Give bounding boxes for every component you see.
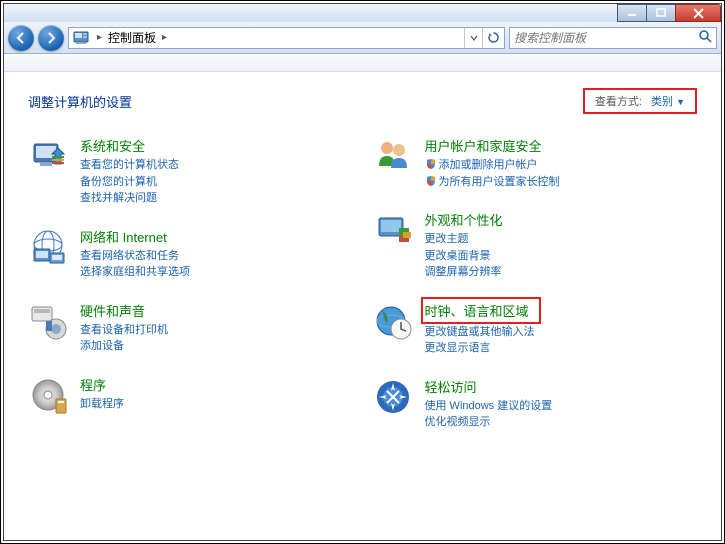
- clock-icon: [373, 301, 413, 341]
- category-body: 用户帐户和家庭安全添加或删除用户帐户为所有用户设置家长控制: [425, 136, 698, 190]
- forward-button[interactable]: [38, 25, 64, 51]
- view-by-selector[interactable]: 查看方式: 类别 ▼: [583, 88, 697, 114]
- toolbar: [4, 54, 721, 72]
- category-link[interactable]: 为所有用户设置家长控制: [425, 174, 698, 191]
- view-by-value: 类别: [651, 96, 673, 108]
- view-by-label: 查看方式:: [595, 96, 642, 108]
- content-area: 调整计算机的设置 查看方式: 类别 ▼ 系统和安全查看您的计算机状态备份您的计算…: [4, 72, 721, 540]
- search-input[interactable]: [514, 31, 698, 45]
- chevron-down-icon: ▼: [676, 97, 685, 107]
- category-link[interactable]: 调整屏幕分辨率: [425, 264, 698, 281]
- category-link[interactable]: 更改主题: [425, 231, 698, 248]
- search-box[interactable]: [509, 27, 717, 49]
- category-item: 系统和安全查看您的计算机状态备份您的计算机查找并解决问题: [28, 136, 353, 207]
- category-title[interactable]: 程序: [80, 375, 106, 394]
- category-item: 轻松访问使用 Windows 建议的设置优化视频显示: [373, 377, 698, 431]
- category-body: 硬件和声音查看设备和打印机添加设备: [80, 301, 353, 355]
- category-title[interactable]: 轻松访问: [425, 377, 477, 396]
- category-item: 硬件和声音查看设备和打印机添加设备: [28, 301, 353, 355]
- address-dropdown-button[interactable]: [464, 28, 482, 48]
- category-body: 时钟、语言和区域更改键盘或其他输入法更改显示语言: [425, 301, 698, 357]
- category-link[interactable]: 添加或删除用户帐户: [425, 157, 698, 174]
- category-item: 用户帐户和家庭安全添加或删除用户帐户为所有用户设置家长控制: [373, 136, 698, 190]
- category-link[interactable]: 添加设备: [80, 338, 353, 355]
- network-icon: [28, 227, 68, 267]
- close-button[interactable]: [675, 4, 721, 22]
- category-link[interactable]: 更改键盘或其他输入法: [425, 324, 698, 341]
- category-link[interactable]: 查看您的计算机状态: [80, 157, 353, 174]
- control-panel-window: ▸ 控制面板 ▸ 调整计算机的设置 查看方式: 类别: [3, 3, 722, 541]
- address-bar[interactable]: ▸ 控制面板 ▸: [68, 27, 505, 49]
- category-title[interactable]: 用户帐户和家庭安全: [425, 136, 542, 155]
- category-link[interactable]: 查看设备和打印机: [80, 322, 353, 339]
- category-item: 外观和个性化更改主题更改桌面背景调整屏幕分辨率: [373, 210, 698, 281]
- category-title[interactable]: 网络和 Internet: [80, 227, 167, 246]
- category-title[interactable]: 系统和安全: [80, 136, 145, 155]
- chevron-right-icon[interactable]: ▸: [158, 32, 171, 43]
- category-link[interactable]: 选择家庭组和共享选项: [80, 264, 353, 281]
- system-icon: [28, 136, 68, 176]
- shield-icon: [425, 158, 437, 170]
- category-link[interactable]: 备份您的计算机: [80, 174, 353, 191]
- category-title[interactable]: 时钟、语言和区域: [421, 297, 541, 324]
- category-body: 轻松访问使用 Windows 建议的设置优化视频显示: [425, 377, 698, 431]
- chevron-right-icon[interactable]: ▸: [93, 32, 106, 43]
- category-body: 网络和 Internet 查看网络状态和任务选择家庭组和共享选项: [80, 227, 353, 281]
- refresh-button[interactable]: [482, 28, 504, 48]
- category-body: 程序卸载程序: [80, 375, 353, 415]
- programs-icon: [28, 375, 68, 415]
- category-link[interactable]: 优化视频显示: [425, 414, 698, 431]
- category-link[interactable]: 使用 Windows 建议的设置: [425, 398, 698, 415]
- users-icon: [373, 136, 413, 176]
- category-item: 程序卸载程序: [28, 375, 353, 415]
- search-icon[interactable]: [698, 29, 712, 46]
- category-link[interactable]: 查看网络状态和任务: [80, 248, 353, 265]
- category-link[interactable]: 卸载程序: [80, 396, 353, 413]
- category-title[interactable]: 外观和个性化: [425, 210, 503, 229]
- category-body: 系统和安全查看您的计算机状态备份您的计算机查找并解决问题: [80, 136, 353, 207]
- category-link[interactable]: 更改桌面背景: [425, 248, 698, 265]
- maximize-button[interactable]: [646, 4, 676, 22]
- appearance-icon: [373, 210, 413, 250]
- ease-icon: [373, 377, 413, 417]
- category-item: 网络和 Internet 查看网络状态和任务选择家庭组和共享选项: [28, 227, 353, 281]
- category-link[interactable]: 更改显示语言: [425, 340, 698, 357]
- navbar: ▸ 控制面板 ▸: [4, 22, 721, 54]
- category-link[interactable]: 查找并解决问题: [80, 190, 353, 207]
- shield-icon: [425, 175, 437, 187]
- category-item: 时钟、语言和区域更改键盘或其他输入法更改显示语言: [373, 301, 698, 357]
- category-body: 外观和个性化更改主题更改桌面背景调整屏幕分辨率: [425, 210, 698, 281]
- hardware-icon: [28, 301, 68, 341]
- titlebar: [4, 4, 721, 22]
- breadcrumb-item[interactable]: 控制面板: [106, 29, 158, 46]
- page-title: 调整计算机的设置: [28, 92, 132, 111]
- control-panel-icon: [72, 29, 90, 47]
- back-button[interactable]: [8, 25, 34, 51]
- category-title[interactable]: 硬件和声音: [80, 301, 145, 320]
- minimize-button[interactable]: [617, 4, 647, 22]
